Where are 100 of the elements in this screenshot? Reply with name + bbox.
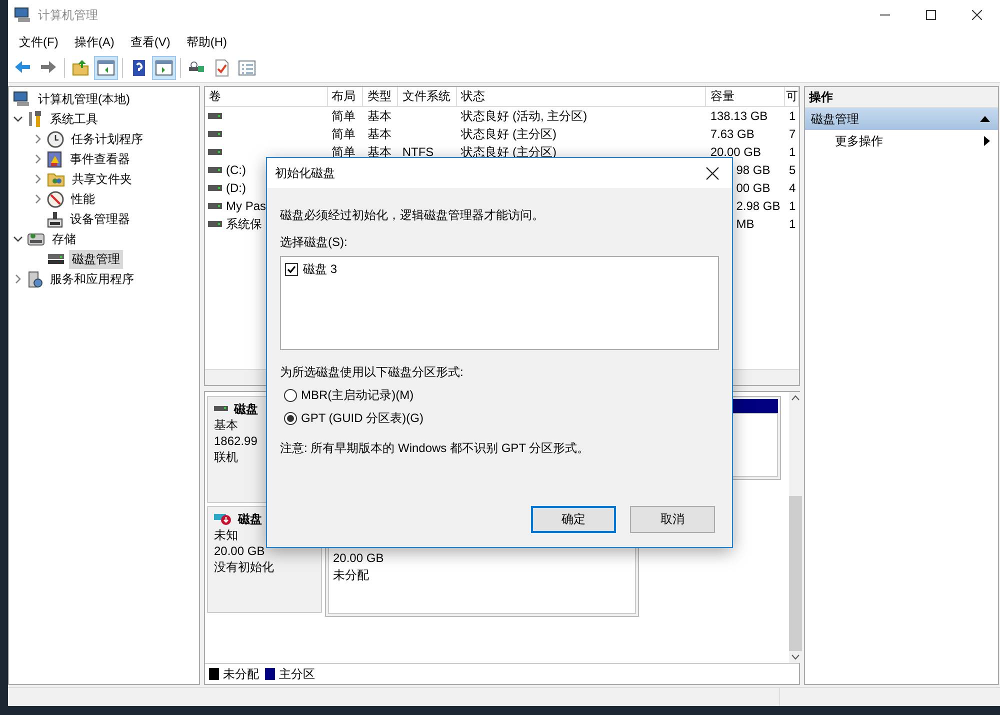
disk-error-icon	[214, 512, 232, 526]
disk-type: 未知	[214, 527, 238, 543]
dialog-title: 初始化磁盘	[275, 164, 335, 182]
table-cell: MB	[736, 217, 754, 231]
submenu-arrow-icon[interactable]	[984, 136, 990, 146]
menu-item[interactable]: 文件(F)	[12, 32, 66, 52]
tree-item[interactable]: 系统工具	[47, 110, 101, 128]
partition-size: 20.00 GB	[333, 550, 385, 567]
dialog-message: 磁盘必须经过初始化，逻辑磁盘管理器才能访问。	[280, 207, 544, 223]
tools-icon	[27, 110, 43, 128]
radio-label[interactable]: GPT (GUID 分区表)(G)	[301, 410, 424, 427]
partition-style-label: 为所选磁盘使用以下磁盘分区形式:	[280, 364, 464, 380]
tree-item[interactable]: 服务和应用程序	[47, 270, 137, 288]
table-cell: 状态良好 (活动, 主分区)	[461, 108, 588, 124]
table-cell: 138.13 GB	[710, 109, 768, 123]
drive-icon	[208, 202, 222, 210]
vertical-scrollbar[interactable]	[789, 392, 802, 663]
list-item[interactable]: 磁盘 3	[303, 261, 338, 278]
menu-item[interactable]: 操作(A)	[67, 32, 122, 52]
action-item[interactable]: 更多操作	[805, 130, 998, 152]
tree-item[interactable]: 共享文件夹	[69, 170, 135, 188]
disk-status: 联机	[214, 449, 238, 465]
disk-name: 磁盘	[234, 401, 258, 417]
table-cell: 2.98 GB	[736, 199, 780, 213]
drive-icon	[214, 405, 228, 413]
tree-item[interactable]: 计算机管理(本地)	[35, 90, 133, 108]
disk-name: 磁盘	[238, 511, 262, 527]
table-cell: My Pas	[226, 199, 266, 213]
radio-button[interactable]	[284, 412, 297, 425]
table-cell: 基本	[367, 108, 392, 124]
table-cell: NTFS	[402, 145, 434, 159]
table-cell: 1	[789, 199, 796, 213]
computer-icon	[14, 7, 32, 23]
table-cell: 状态良好 (主分区)	[461, 126, 556, 142]
table-cell: 系统保	[226, 216, 262, 232]
drive-icon	[208, 220, 222, 228]
menu-item[interactable]: 查看(V)	[123, 32, 178, 52]
table-cell: (C:)	[226, 163, 246, 177]
tree-item[interactable]: 磁盘管理	[69, 250, 123, 268]
checkbox[interactable]	[285, 263, 298, 276]
radio-button[interactable]	[284, 389, 297, 402]
collapse-triangle-icon[interactable]	[980, 116, 990, 122]
drive-icon	[208, 130, 222, 138]
column-header[interactable]: 状态	[457, 87, 706, 106]
drive-icon	[208, 166, 222, 174]
table-cell: 5	[789, 163, 796, 177]
table-cell: 基本	[367, 144, 392, 160]
table-cell: 简单	[332, 144, 356, 160]
table-cell: 简单	[332, 126, 356, 142]
column-header[interactable]: 卷	[205, 87, 328, 106]
column-header[interactable]: 布局	[328, 87, 364, 106]
window-title: 计算机管理	[38, 6, 99, 24]
disk-status: 没有初始化	[214, 559, 274, 575]
tree-item[interactable]: 存储	[49, 230, 79, 248]
device-icon	[47, 210, 63, 228]
table-cell: 7	[789, 127, 796, 141]
tree-item[interactable]: 事件查看器	[67, 150, 133, 168]
disk-size: 1862.99	[214, 433, 258, 449]
tree-item[interactable]: 任务计划程序	[68, 130, 146, 148]
table-cell: 1	[789, 109, 796, 123]
drive-icon	[208, 184, 222, 192]
table-cell: 00 GB	[736, 181, 770, 195]
section-title: 磁盘管理	[811, 110, 859, 128]
list-label: 选择磁盘(S):	[280, 234, 348, 250]
column-header[interactable]: 可	[785, 87, 799, 106]
partition-status: 未分配	[333, 567, 370, 584]
note-text: 注意: 所有早期版本的 Windows 都不识别 GPT 分区形式。	[280, 440, 590, 456]
computer-icon	[13, 91, 31, 107]
table-cell: (D:)	[226, 181, 246, 195]
ok-button[interactable]: 确定	[531, 506, 616, 533]
tree-item[interactable]: 设备管理器	[67, 210, 133, 228]
clock-icon	[47, 130, 64, 148]
cancel-button[interactable]: 取消	[630, 506, 715, 533]
shared-folder-icon	[47, 171, 65, 187]
drive-icon	[208, 112, 222, 120]
checkmark-icon	[287, 265, 296, 274]
close-icon[interactable]	[972, 10, 982, 20]
actions-header: 操作	[805, 87, 998, 108]
disk-list[interactable]: 磁盘 3	[280, 256, 719, 350]
disk-icon	[47, 252, 65, 266]
actions-section[interactable]: 磁盘管理	[805, 108, 998, 130]
table-cell: 1	[789, 217, 796, 231]
table-cell: 98 GB	[736, 163, 770, 177]
table-cell: 简单	[332, 108, 356, 124]
table-cell: 7.63 GB	[710, 127, 754, 141]
close-icon[interactable]	[706, 166, 718, 180]
column-header[interactable]: 类型	[363, 87, 398, 106]
maximize-icon[interactable]	[926, 10, 936, 20]
table-cell: 4	[789, 181, 796, 195]
menu-item[interactable]: 帮助(H)	[179, 32, 234, 52]
tree-item[interactable]: 性能	[68, 190, 98, 208]
table-cell: 1	[789, 145, 796, 159]
disk-type: 基本	[214, 417, 238, 433]
table-cell: 20.00 GB	[710, 145, 762, 159]
radio-label[interactable]: MBR(主启动记录)(M)	[301, 387, 414, 404]
table-cell: 基本	[367, 126, 392, 142]
column-header[interactable]: 容量	[706, 87, 785, 106]
legend-label: 未分配	[223, 666, 259, 682]
column-header[interactable]: 文件系统	[398, 87, 458, 106]
storage-icon	[27, 231, 45, 247]
